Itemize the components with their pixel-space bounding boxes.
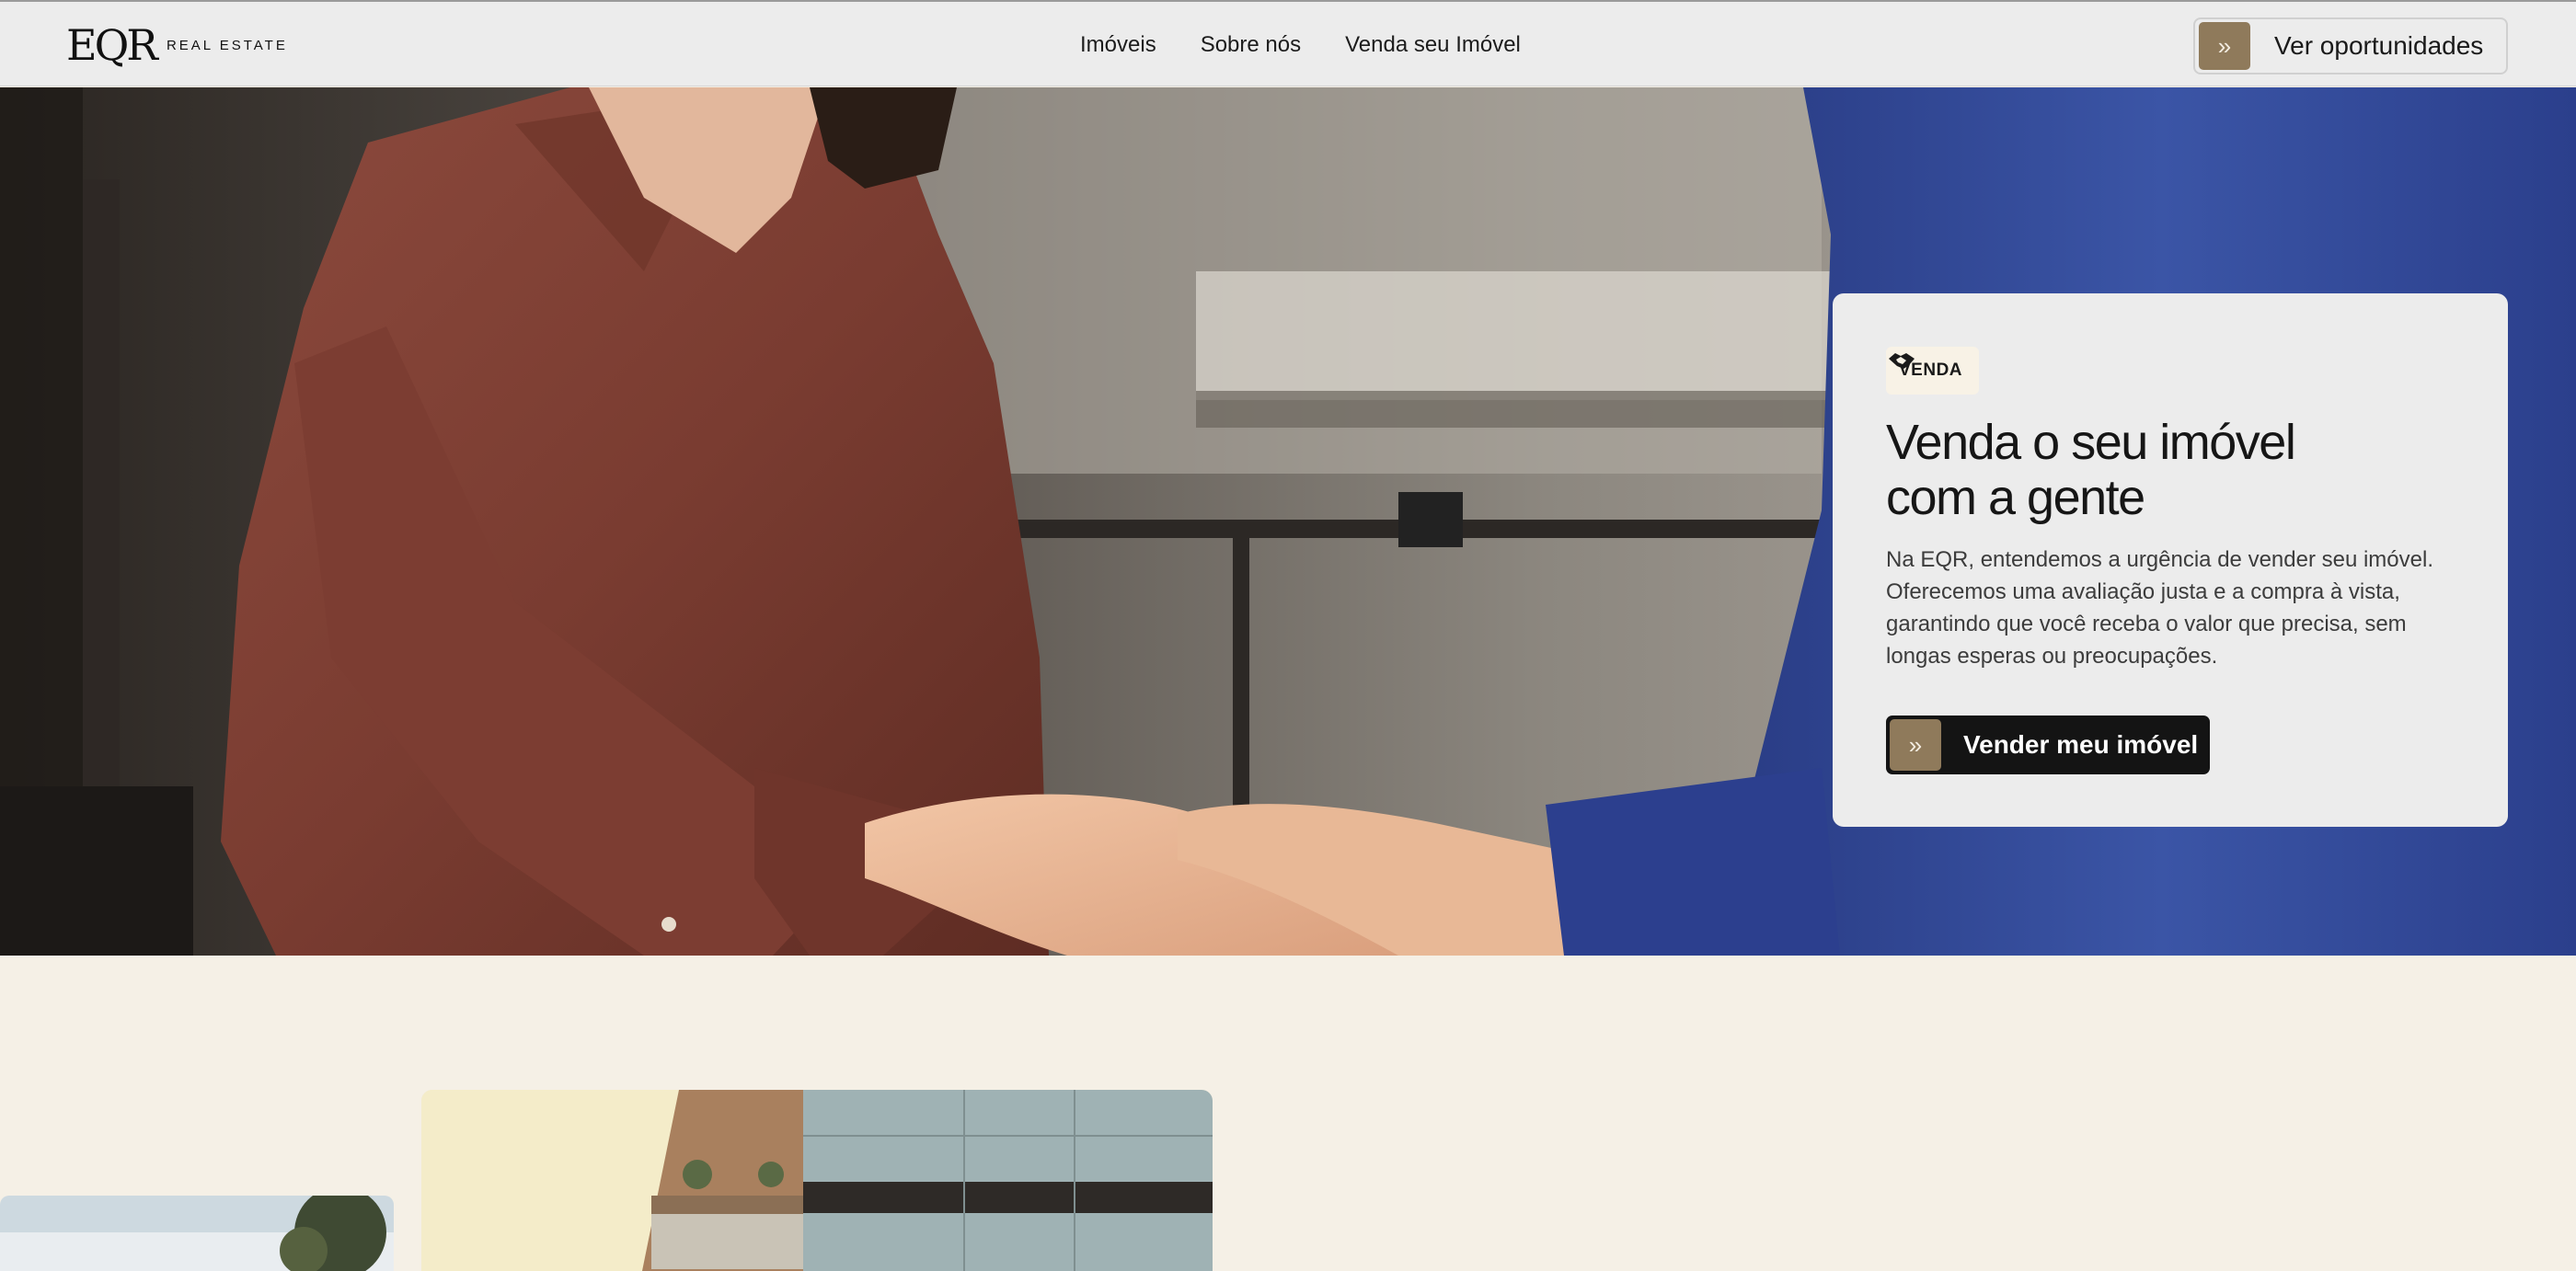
vender-meu-imovel-label: Vender meu imóvel — [1963, 730, 2199, 759]
double-chevron-right-icon: » — [2199, 22, 2250, 70]
venda-tag: VENDA — [1886, 347, 1980, 395]
sell-property-card: VENDA Venda o seu imóvel com a gente Na … — [1833, 293, 2508, 827]
hero-section: VENDA Venda o seu imóvel com a gente Na … — [0, 87, 2576, 956]
hero-title: Venda o seu imóvel com a gente — [1886, 415, 2456, 525]
hero-description: Na EQR, entendemos a urgência de vender … — [1886, 547, 2433, 669]
property-photo-building[interactable] — [421, 1090, 1213, 1271]
hero-title-line1: Venda o seu imóvel — [1886, 415, 2296, 470]
main-nav: Imóveis Sobre nós Venda seu Imóvel — [1080, 2, 1521, 88]
house-photo-image — [0, 1196, 394, 1271]
brand-logo[interactable]: EQR REAL ESTATE — [66, 22, 288, 68]
logo-mark: EQR — [66, 20, 158, 70]
double-chevron-right-icon: » — [1890, 719, 1941, 771]
nav-item-venda-seu-imovel[interactable]: Venda seu Imóvel — [1345, 32, 1521, 58]
ver-oportunidades-label: Ver oportunidades — [2274, 31, 2484, 60]
ver-oportunidades-button[interactable]: » Ver oportunidades — [2193, 17, 2508, 74]
handshake-icon — [1889, 353, 1915, 369]
property-photo-house[interactable] — [0, 1196, 394, 1271]
site-header: EQR REAL ESTATE Imóveis Sobre nós Venda … — [0, 0, 2576, 86]
logo-text: REAL ESTATE — [166, 37, 288, 53]
hero-title-line2: com a gente — [1886, 470, 2145, 525]
building-photo-image — [421, 1090, 1213, 1271]
nav-item-imoveis[interactable]: Imóveis — [1080, 32, 1156, 58]
vender-meu-imovel-button[interactable]: » Vender meu imóvel — [1886, 716, 2210, 774]
nav-item-sobre-nos[interactable]: Sobre nós — [1201, 32, 1301, 58]
